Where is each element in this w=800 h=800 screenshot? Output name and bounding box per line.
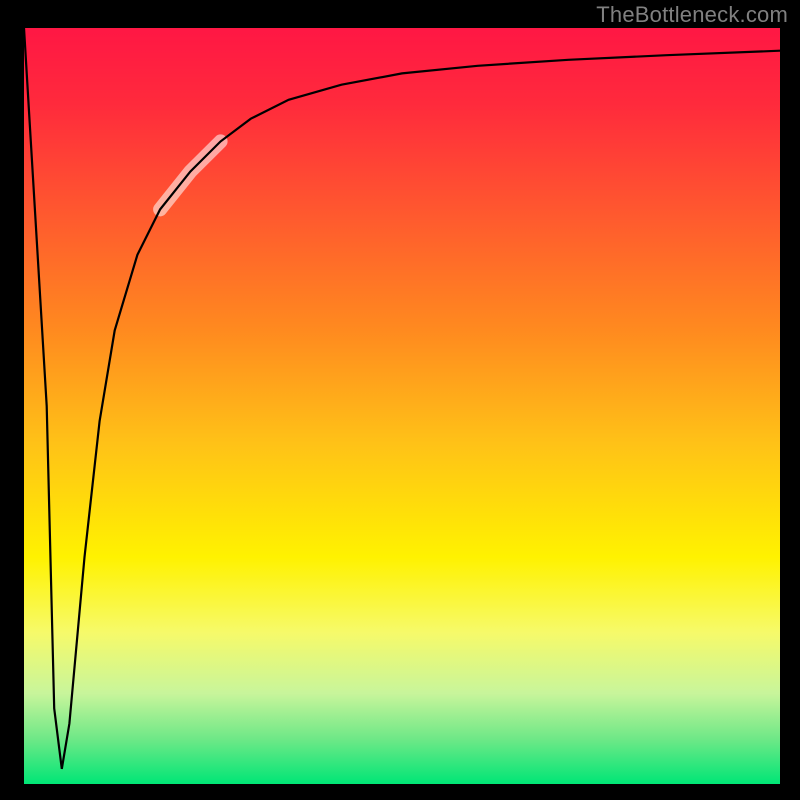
- plot-area: [24, 28, 780, 784]
- curve-svg: [24, 28, 780, 784]
- bottleneck-curve: [24, 28, 780, 769]
- attribution-label: TheBottleneck.com: [596, 2, 788, 28]
- chart-frame: TheBottleneck.com: [0, 0, 800, 800]
